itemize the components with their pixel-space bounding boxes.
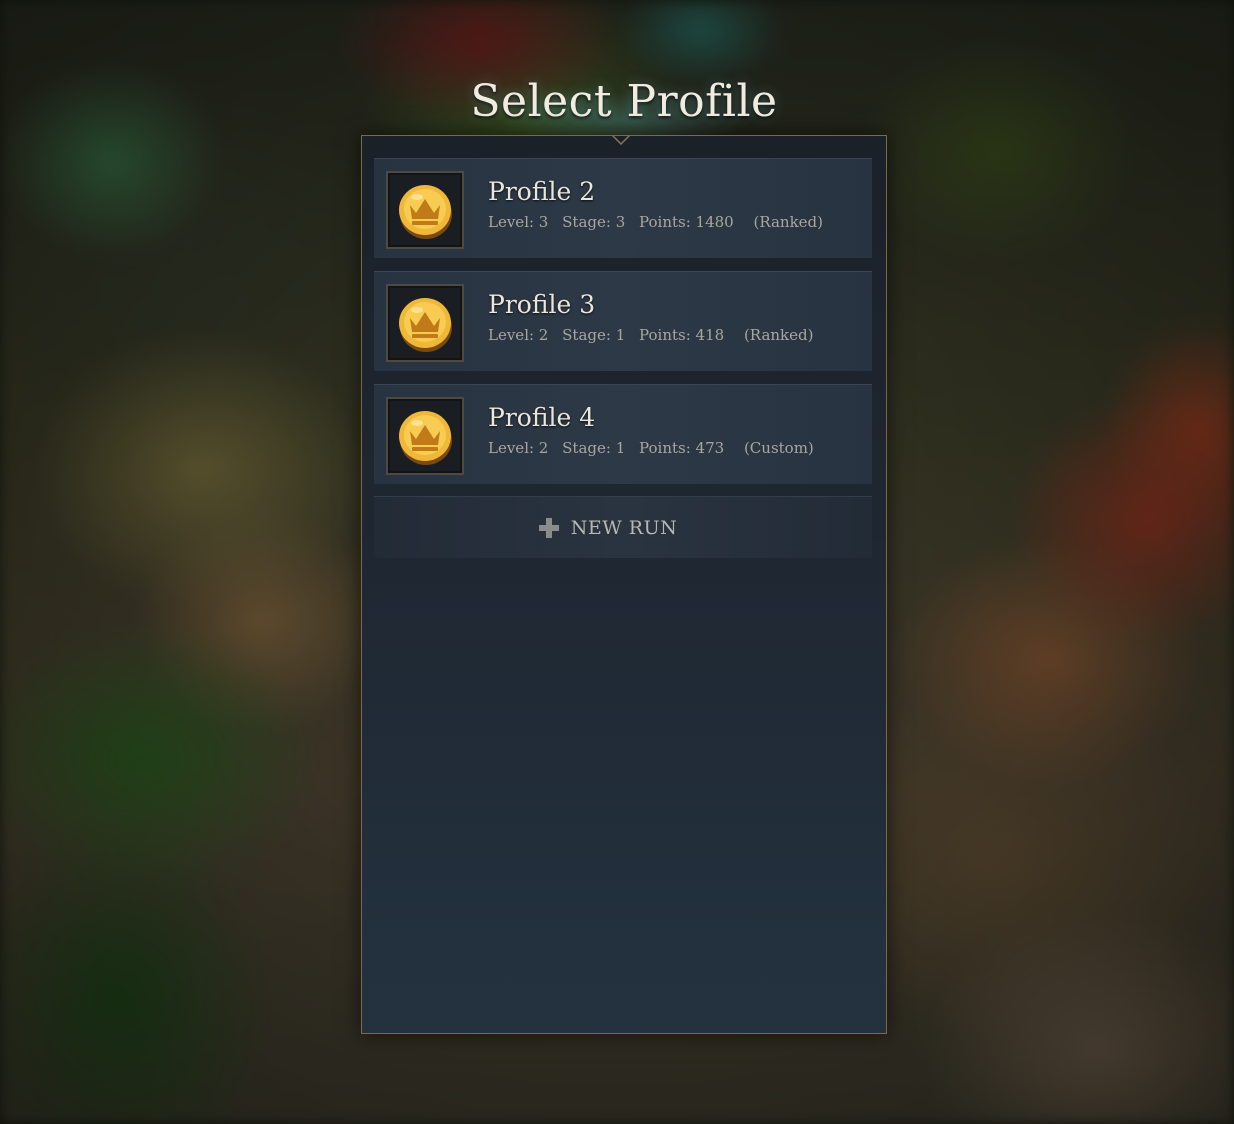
- profile-stage: Stage: 1: [562, 439, 626, 457]
- profile-points: Points: 473: [639, 439, 725, 457]
- profile-level: Level: 3: [488, 213, 549, 231]
- profile-stage: Stage: 3: [562, 213, 626, 231]
- profile-level: Level: 2: [488, 439, 549, 457]
- profile-name: Profile 4: [488, 403, 596, 432]
- profile-row[interactable]: Profile 2 Level: 3 Stage: 3 Points: 1480…: [374, 158, 872, 258]
- profile-list-panel: [361, 135, 887, 1034]
- profile-mode: (Custom): [743, 439, 814, 457]
- profile-mode: (Ranked): [743, 326, 814, 344]
- new-run-content: NEW RUN: [374, 497, 872, 558]
- profile-row[interactable]: Profile 3 Level: 2 Stage: 1 Points: 418 …: [374, 271, 872, 371]
- crown-coin-icon: [399, 411, 452, 465]
- profile-level: Level: 2: [488, 326, 549, 344]
- plus-icon: [538, 517, 559, 538]
- profile-points: Points: 418: [639, 326, 725, 344]
- crown-coin-icon: [399, 298, 452, 352]
- profile-stats: Level: 3 Stage: 3 Points: 1480 (Ranked): [488, 213, 832, 231]
- new-run-label: NEW RUN: [570, 516, 678, 539]
- profile-points: Points: 1480: [639, 213, 734, 231]
- profile-mode: (Ranked): [753, 213, 824, 231]
- profile-avatar: [386, 397, 464, 475]
- profile-avatar: [386, 171, 464, 249]
- new-run-button[interactable]: NEW RUN: [374, 496, 872, 558]
- profile-name: Profile 3: [488, 290, 596, 319]
- page-title: Select Profile: [470, 76, 778, 127]
- profile-stats: Level: 2 Stage: 1 Points: 418 (Ranked): [488, 326, 822, 344]
- profile-name: Profile 2: [488, 177, 596, 206]
- profile-stats: Level: 2 Stage: 1 Points: 473 (Custom): [488, 439, 823, 457]
- profile-stage: Stage: 1: [562, 326, 626, 344]
- game-screen: Select Profile Profile 2 Level: 3 Stage:…: [0, 0, 1234, 1124]
- panel-notch-inner: [614, 136, 628, 143]
- crown-coin-icon: [399, 185, 452, 239]
- profile-row[interactable]: Profile 4 Level: 2 Stage: 1 Points: 473 …: [374, 384, 872, 484]
- profile-avatar: [386, 284, 464, 362]
